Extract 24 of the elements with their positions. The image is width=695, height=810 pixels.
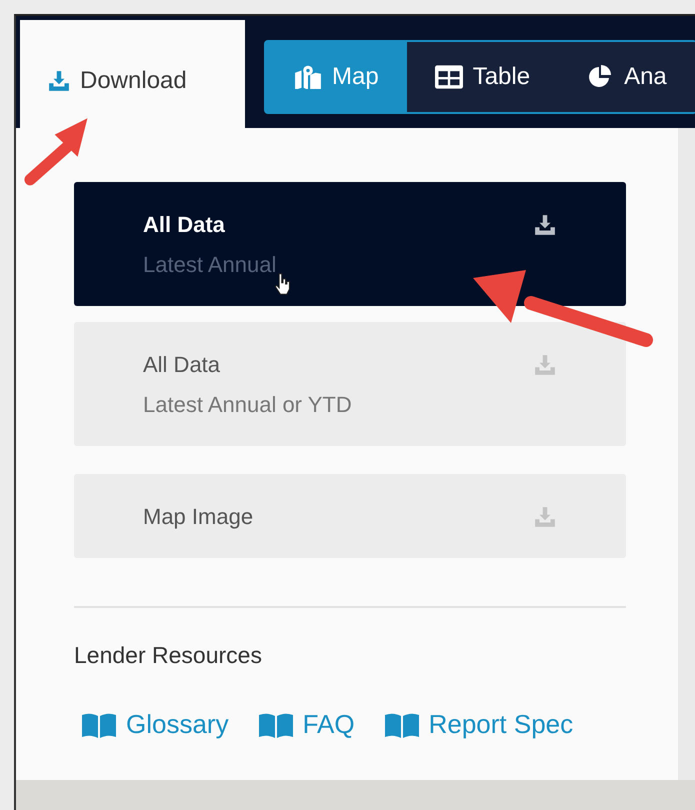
resource-link[interactable]: Glossary (82, 709, 229, 740)
book-icon (82, 712, 116, 738)
download-icon (534, 506, 556, 528)
option-subtitle: Latest Annual or YTD (143, 392, 352, 418)
option-subtitle: Latest Annual (143, 252, 276, 278)
download-icon (534, 214, 556, 236)
table-icon (434, 65, 463, 89)
book-icon (258, 712, 293, 738)
option-title: All Data (143, 212, 226, 238)
section-heading: Lender Resources (74, 642, 263, 669)
book-icon (384, 712, 419, 738)
resource-link[interactable]: Report Spec (384, 709, 574, 740)
option-title: Map Image (143, 504, 254, 530)
view-tab[interactable]: Map (266, 42, 407, 112)
option-title: All Data (143, 352, 222, 378)
download-option[interactable]: All Data Latest Annual (74, 182, 626, 306)
download-option[interactable]: All Data Latest Annual or YTD (74, 322, 626, 446)
download-tab[interactable]: Download (20, 20, 245, 128)
download-icon (48, 70, 70, 92)
resource-link[interactable]: FAQ (258, 709, 355, 740)
download-icon (534, 354, 556, 376)
map-pin-icon (294, 65, 322, 89)
download-option[interactable]: Map Image (74, 474, 626, 558)
hand-cursor-icon (274, 272, 292, 296)
